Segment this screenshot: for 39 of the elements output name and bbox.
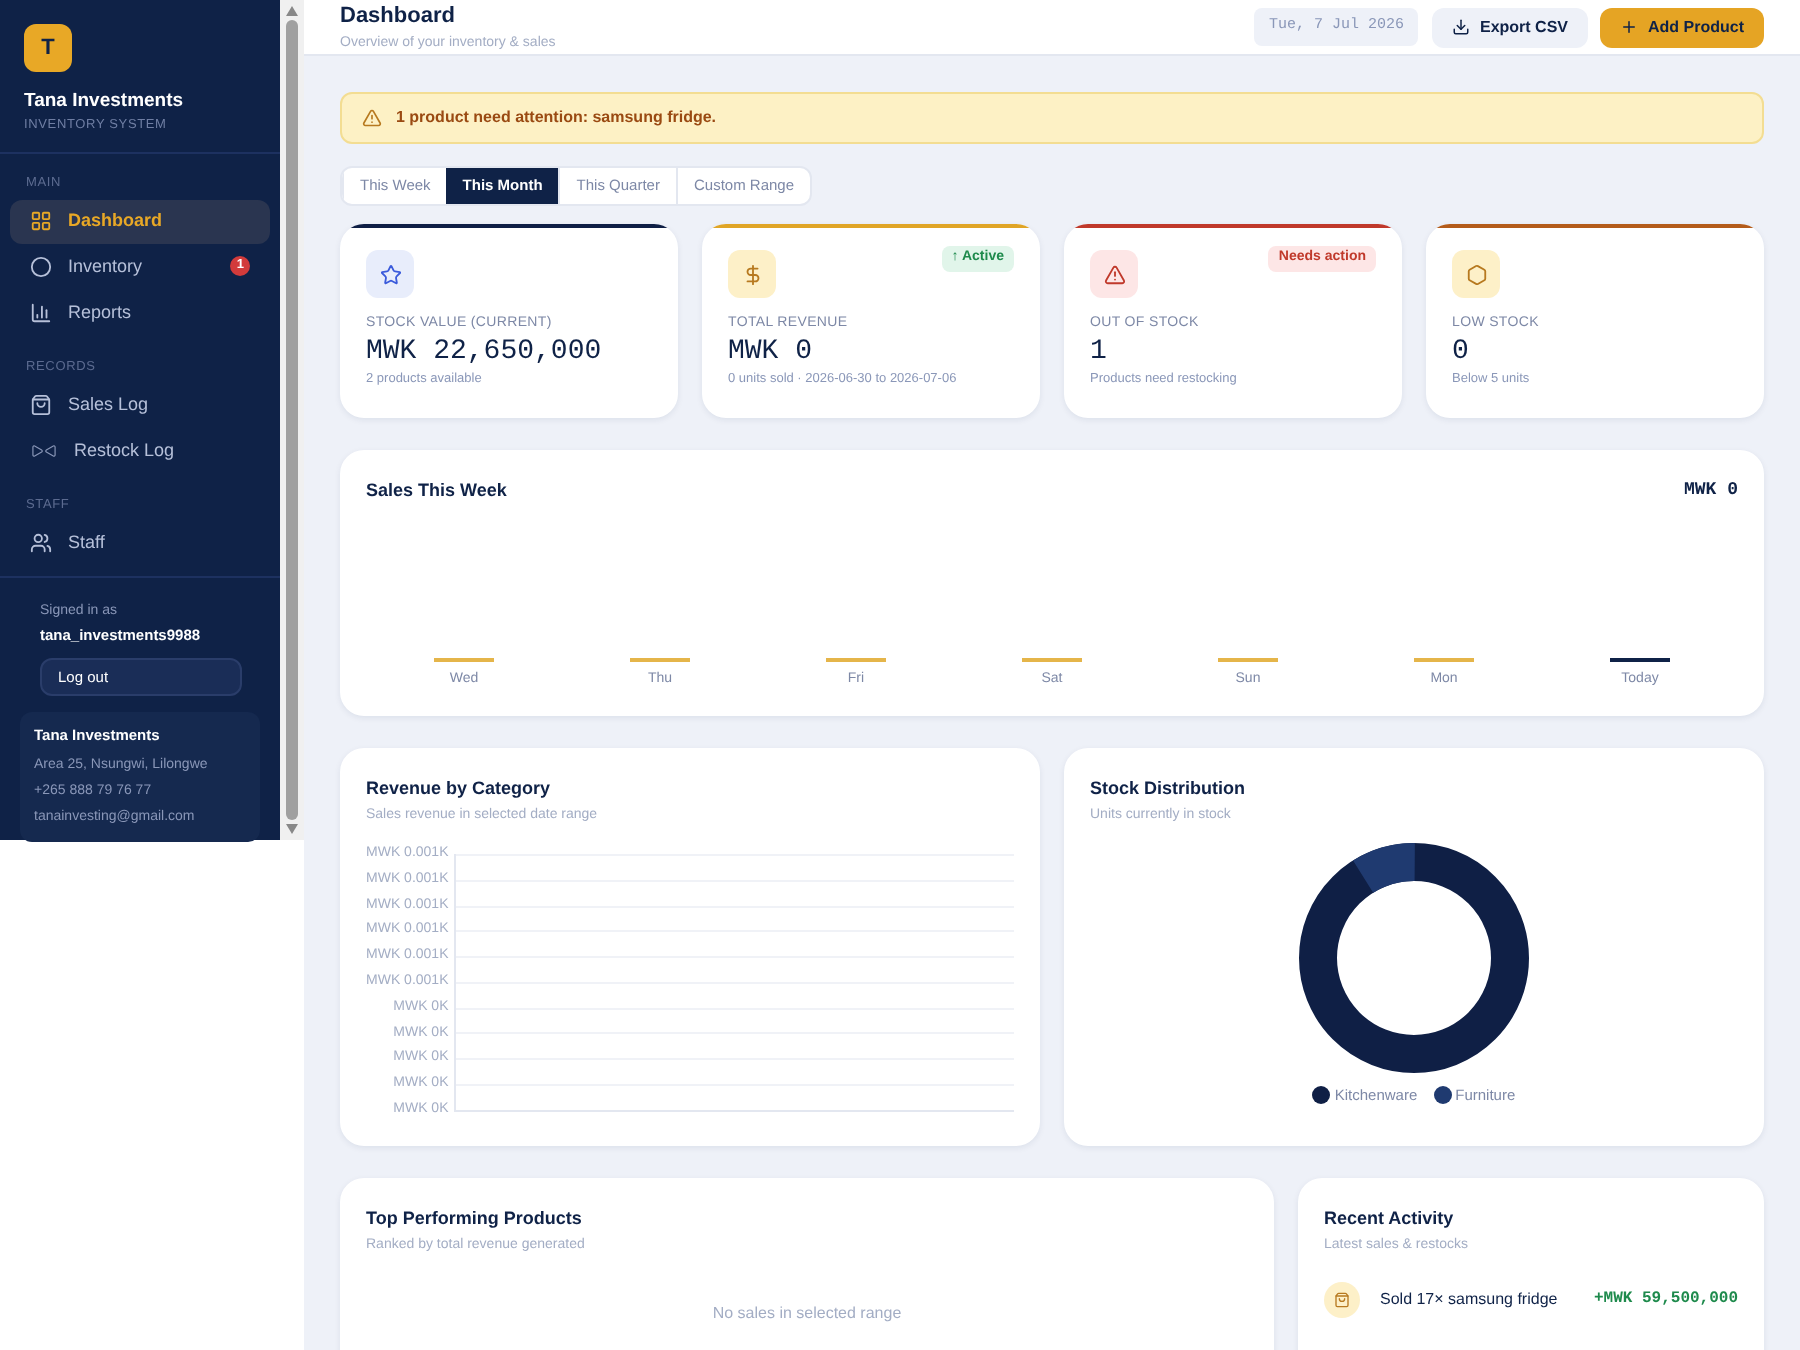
card-title: Top Performing Products xyxy=(366,1206,584,1232)
stat-value: MWK 22,650,000 xyxy=(366,335,604,369)
brand-name: Tana Investments xyxy=(24,88,186,116)
warning-icon xyxy=(1090,250,1138,298)
alert-text: 1 product need attention: samsung fridge. xyxy=(396,106,717,130)
nav-item[interactable]: Staff xyxy=(10,520,270,565)
empty-message: No sales in selected range xyxy=(710,1302,904,1326)
card-title: Sales This Week xyxy=(366,478,507,504)
bag-icon xyxy=(1324,1282,1360,1318)
circle-icon xyxy=(30,256,52,279)
stat-value: 0 xyxy=(1452,335,1471,369)
warning-icon xyxy=(362,108,382,128)
activity-text: Sold 17× samsung fridge xyxy=(1380,1288,1560,1312)
export-button[interactable]: Export CSV xyxy=(1431,7,1588,47)
add-product-button[interactable]: Add Product xyxy=(1600,7,1764,47)
users-icon xyxy=(30,531,52,554)
activity-amount: +MWK 59,500,000 xyxy=(1593,1288,1738,1312)
bag-icon xyxy=(30,394,52,416)
stat-value: MWK 0 xyxy=(728,335,815,369)
download-icon xyxy=(1451,18,1470,36)
scroll-up-icon[interactable] xyxy=(286,6,298,16)
nav-item[interactable]: Sales Log xyxy=(10,383,270,427)
card-title: Revenue by Category xyxy=(366,776,553,802)
stat-value: 1 xyxy=(1090,335,1109,369)
brand-logo: T xyxy=(24,24,72,72)
nav-item[interactable]: Dashboard xyxy=(10,199,270,244)
sales-total: MWK 0 xyxy=(1683,478,1738,504)
card-title: Recent Activity xyxy=(1324,1206,1456,1232)
dollar-icon xyxy=(728,250,776,298)
scroll-down-icon[interactable] xyxy=(286,824,298,834)
nav-item[interactable]: Reports xyxy=(10,291,270,336)
nav-item[interactable]: Restock Log xyxy=(10,429,270,473)
page-title: Dashboard xyxy=(340,2,457,32)
plus-icon xyxy=(1620,18,1638,36)
grid-icon xyxy=(30,210,52,233)
scrollbar[interactable] xyxy=(280,0,304,840)
arrows-icon xyxy=(30,444,58,458)
bar-chart-icon xyxy=(30,302,52,325)
card-title: Stock Distribution xyxy=(1090,776,1248,802)
